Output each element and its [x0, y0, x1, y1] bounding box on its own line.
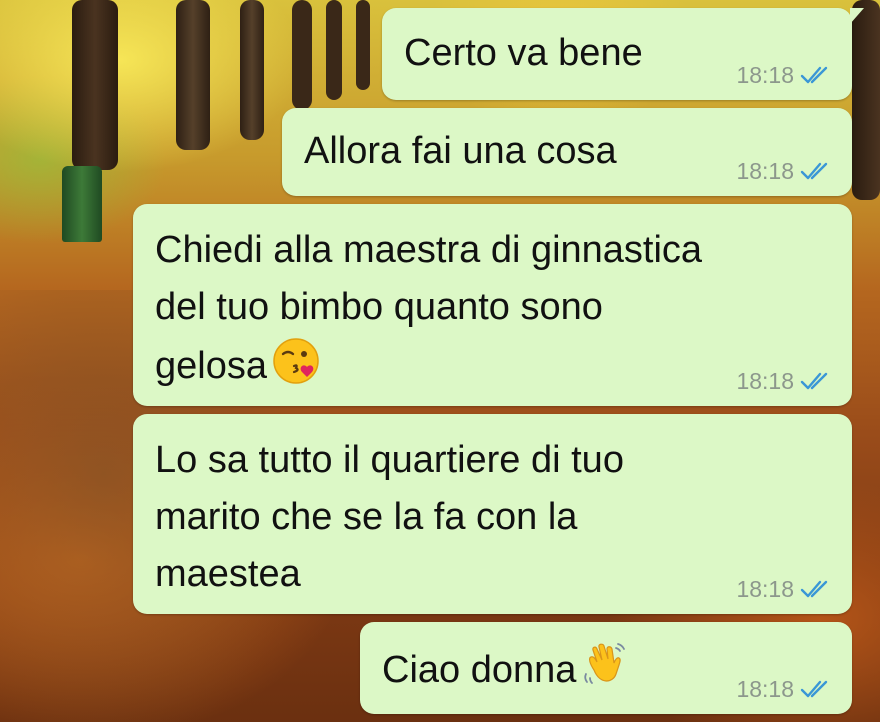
message-bubble[interactable]: Chiedi alla maestra di ginnastica del tu… [133, 204, 852, 406]
message-text: Ciao donna [382, 649, 577, 691]
message-meta: 18:18 [736, 676, 832, 702]
message-meta: 18:18 [736, 62, 832, 88]
conversation: Certo va bene 18:18 Allora fai una cosa … [0, 0, 880, 722]
read-receipt-icon [800, 372, 828, 390]
message-time: 18:18 [736, 576, 794, 602]
bubble-tail [850, 8, 864, 24]
waving-hand-icon [584, 643, 626, 684]
read-receipt-icon [800, 580, 828, 598]
message-text: Lo sa tutto il quartiere di tuo marito c… [155, 439, 624, 595]
message-meta: 18:18 [736, 158, 832, 184]
message-time: 18:18 [736, 368, 794, 394]
message-text: Allora fai una cosa [304, 130, 617, 172]
message-time: 18:18 [736, 62, 794, 88]
read-receipt-icon [800, 162, 828, 180]
message-meta: 18:18 [736, 576, 832, 602]
message-meta: 18:18 [736, 368, 832, 394]
read-receipt-icon [800, 680, 828, 698]
message-time: 18:18 [736, 676, 794, 702]
message-bubble[interactable]: Allora fai una cosa 18:18 [282, 108, 852, 196]
message-time: 18:18 [736, 158, 794, 184]
message-text: Certo va bene [404, 32, 643, 74]
message-bubble[interactable]: Lo sa tutto il quartiere di tuo marito c… [133, 414, 852, 614]
message-text: Chiedi alla maestra di ginnastica del tu… [155, 229, 703, 387]
face-blowing-a-kiss-icon [273, 338, 319, 384]
read-receipt-icon [800, 66, 828, 84]
message-bubble[interactable]: Certo va bene 18:18 [382, 8, 864, 100]
message-bubble[interactable]: Ciao donna 18:18 [360, 622, 852, 714]
